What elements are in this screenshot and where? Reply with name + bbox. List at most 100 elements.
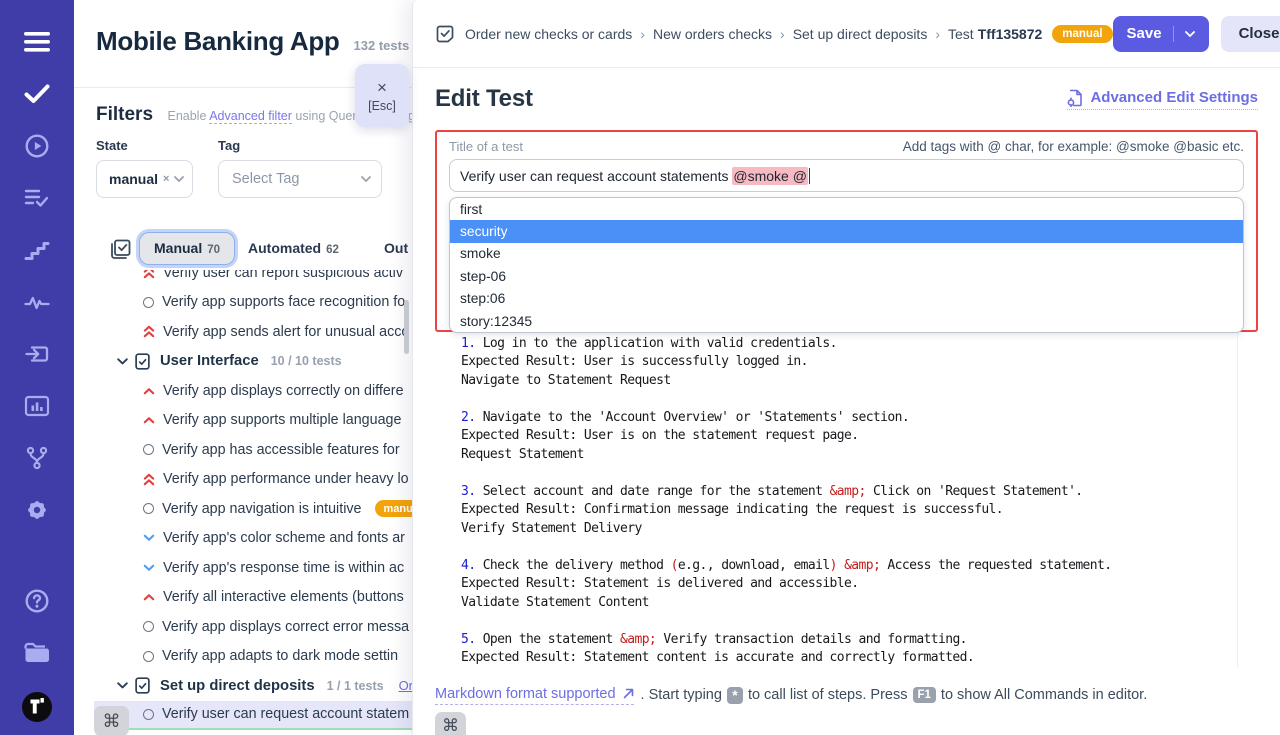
- editor-line: Verify Statement Delivery: [461, 520, 1237, 539]
- editor-line: 1. Log in to the application with valid …: [461, 335, 1237, 354]
- breadcrumb: Order new checks or cards › New orders c…: [435, 24, 1113, 44]
- tab-manual[interactable]: Manual 70: [139, 232, 235, 265]
- select-all-icon[interactable]: [110, 238, 132, 260]
- sidebar-item-tests[interactable]: [0, 68, 74, 120]
- sidebar-item-branches[interactable]: [0, 432, 74, 484]
- test-title: Verify app displays correctly on differe: [163, 383, 404, 399]
- test-list: Verify user can report suspicious activV…: [74, 258, 412, 735]
- project-title: Mobile Banking App: [96, 26, 340, 57]
- list-scrollbar[interactable]: [404, 300, 409, 354]
- suite-tests-count: 10 / 10 tests: [271, 354, 342, 368]
- test-row[interactable]: Verify app's color scheme and fonts ar: [94, 524, 412, 554]
- editor-line: Navigate to Statement Request: [461, 372, 1237, 391]
- app-logo[interactable]: [0, 679, 74, 735]
- close-button[interactable]: Close: [1221, 16, 1280, 52]
- edit-test-body: Edit Test Advanced Edit Settings Title o…: [413, 68, 1280, 735]
- gear-icon: [24, 497, 50, 523]
- test-row[interactable]: Verify app sends alert for unusual acco: [94, 317, 412, 347]
- editor-line: Expected Result: User is successfully lo…: [461, 353, 1237, 372]
- test-title: Verify app supports multiple language: [163, 412, 401, 428]
- priority-high-icon: [143, 593, 155, 601]
- breadcrumb-test-label: Test: [948, 26, 974, 42]
- markdown-supported-link[interactable]: Markdown format supported: [435, 686, 634, 705]
- test-row[interactable]: Verify app supports face recognition fo: [94, 288, 412, 318]
- priority-critical-icon: [143, 325, 155, 338]
- editor-line: Request Statement: [461, 446, 1237, 465]
- pulse-icon: [24, 293, 50, 311]
- breadcrumb-item[interactable]: Order new checks or cards: [465, 26, 632, 42]
- editor-footer: Markdown format supported . Start typing…: [435, 686, 1258, 705]
- suite-row[interactable]: Set up direct deposits1 / 1 testsOrder n…: [94, 671, 412, 701]
- editor-line: 2. Navigate to the 'Account Overview' or…: [461, 409, 1237, 428]
- remove-state-filter-icon[interactable]: ×: [163, 173, 169, 185]
- chevron-down-icon: [117, 682, 128, 689]
- question-circle-icon: [24, 588, 50, 614]
- steps-editor[interactable]: ### Steps1. Log in to the application wi…: [435, 316, 1238, 668]
- test-row[interactable]: Verify app navigation is intuitivemanual: [94, 494, 412, 524]
- test-title: Verify app's response time is within ac: [163, 560, 404, 576]
- bar-chart-icon: [24, 395, 50, 417]
- test-title: Verify app supports face recognition fo: [162, 294, 405, 310]
- order-link[interactable]: Order ne: [399, 678, 412, 693]
- editor-line: Expected Result: User is on the statemen…: [461, 427, 1237, 446]
- test-row[interactable]: Verify app's response time is within ac: [94, 553, 412, 583]
- sidebar-item-analytics[interactable]: [0, 276, 74, 328]
- sidebar-item-settings[interactable]: [0, 484, 74, 536]
- save-button[interactable]: Save: [1113, 16, 1209, 52]
- advanced-filter-link[interactable]: Advanced filter: [209, 109, 292, 124]
- title-field-label: Title of a test: [449, 139, 523, 154]
- suite-row[interactable]: User Interface10 / 10 tests: [94, 347, 412, 377]
- editor-line: 5. Open the statement &amp; Verify trans…: [461, 631, 1237, 650]
- test-row[interactable]: Verify all interactive elements (buttons: [94, 583, 412, 613]
- sidebar-item-test-plans[interactable]: [0, 172, 74, 224]
- suite-doc-icon: [135, 677, 150, 694]
- sidebar-item-import[interactable]: [0, 328, 74, 380]
- close-panel-esc-button[interactable]: × [Esc]: [355, 64, 409, 127]
- test-title: Verify user can request account statem: [162, 706, 409, 722]
- tag-select[interactable]: Select Tag: [218, 160, 382, 198]
- chevron-down-icon: [1185, 31, 1195, 37]
- test-row[interactable]: Verify app has accessible features for: [94, 435, 412, 465]
- sidebar-item-help[interactable]: [0, 575, 74, 627]
- breadcrumb-item[interactable]: Set up direct deposits: [793, 26, 928, 42]
- close-icon: ×: [377, 79, 387, 96]
- tag-suggestion-item[interactable]: step-06: [450, 265, 1243, 287]
- tag-suggestion-item[interactable]: story:12345: [450, 310, 1243, 332]
- filters-title: Filters: [96, 104, 153, 126]
- title-tags-validation-box: Title of a test Add tags with @ char, fo…: [435, 130, 1258, 332]
- doc-settings-icon: [1067, 89, 1084, 107]
- menu-button[interactable]: [0, 16, 74, 68]
- status-circle-icon: [143, 651, 154, 662]
- save-dropdown-toggle[interactable]: [1173, 26, 1195, 42]
- tag-suggestion-item[interactable]: first: [450, 198, 1243, 220]
- breadcrumb-item[interactable]: New orders checks: [653, 26, 772, 42]
- test-row[interactable]: Verify user can request account statem: [94, 701, 412, 731]
- editor-line: [461, 538, 1237, 557]
- sidebar-item-projects[interactable]: [0, 627, 74, 679]
- tab-automated[interactable]: Automated 62: [248, 240, 339, 256]
- sidebar-item-steps[interactable]: [0, 224, 74, 276]
- tag-suggestion-item[interactable]: step:06: [450, 288, 1243, 310]
- state-select[interactable]: manual ×: [96, 160, 193, 198]
- status-circle-icon: [143, 444, 154, 455]
- test-row[interactable]: Verify app supports multiple language: [94, 406, 412, 436]
- advanced-edit-settings-link[interactable]: Advanced Edit Settings: [1067, 89, 1258, 110]
- f1-key-badge: F1: [913, 687, 936, 703]
- tab-out-of-sync[interactable]: Out of sync: [384, 240, 412, 256]
- test-title: Verify app navigation is intuitive: [162, 501, 361, 517]
- test-row[interactable]: Verify app performance under heavy lo: [94, 465, 412, 495]
- state-tabs: Manual 70 Automated 62 Out of sync: [74, 230, 412, 270]
- command-icon: ⌘: [103, 711, 121, 732]
- chevron-down-icon: [174, 176, 184, 182]
- tag-suggestion-item[interactable]: security: [450, 220, 1243, 242]
- sidebar-item-reports[interactable]: [0, 380, 74, 432]
- test-row[interactable]: Verify app adapts to dark mode settin: [94, 642, 412, 672]
- stairs-icon: [24, 239, 50, 261]
- test-row[interactable]: Verify app displays correctly on differe: [94, 376, 412, 406]
- test-row[interactable]: Verify app displays correct error messa: [94, 612, 412, 642]
- priority-low-icon: [143, 564, 155, 572]
- test-title-input[interactable]: Verify user can request account statemen…: [449, 159, 1244, 192]
- tag-token: @smoke @: [732, 167, 808, 185]
- tag-suggestion-item[interactable]: smoke: [450, 243, 1243, 265]
- sidebar-item-runs[interactable]: [0, 120, 74, 172]
